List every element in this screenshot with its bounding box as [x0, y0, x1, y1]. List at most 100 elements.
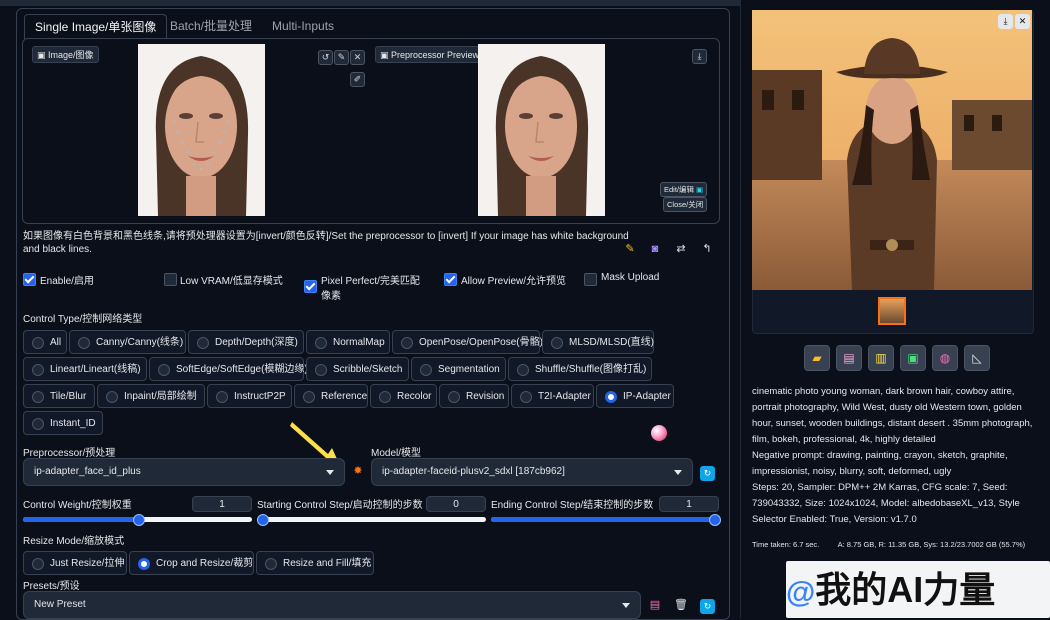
info-line: portrait photography, Wild West, dusty o…	[752, 402, 1022, 413]
resize-just-resize[interactable]: Just Resize/拉伸	[23, 551, 127, 575]
control-type-canny[interactable]: Canny/Canny(线条)	[69, 330, 186, 354]
control-type-reference[interactable]: Reference	[294, 384, 368, 408]
brush-icon[interactable]: ✎	[334, 50, 349, 65]
invert-hint-line2: and black lines.	[23, 244, 92, 255]
close-icon[interactable]: ✕	[1015, 14, 1030, 29]
presets-select[interactable]: New Preset	[23, 591, 641, 619]
start-step-label: Starting Control Step/启动控制的步数	[257, 500, 423, 511]
control-type-recolor[interactable]: Recolor	[370, 384, 437, 408]
end-step-slider[interactable]	[491, 514, 721, 526]
top-tab-strip	[0, 0, 740, 6]
zip-icon[interactable]: ▥	[868, 345, 894, 371]
control-type-t2i-adapter[interactable]: T2I-Adapter	[511, 384, 594, 408]
control-type-tile[interactable]: Tile/Blur	[23, 384, 95, 408]
presets-label: Presets/预设	[23, 581, 80, 592]
input-face-image	[138, 44, 265, 216]
control-weight-label: Control Weight/控制权重	[23, 500, 132, 511]
tab-single-image[interactable]: Single Image/单张图像	[24, 14, 168, 39]
allow-preview-label: Allow Preview/允许预览	[461, 276, 567, 287]
control-type-shuffle[interactable]: Shuffle/Shuffle(图像打乱)	[508, 357, 652, 381]
generation-info: cinematic photo young woman, dark brown …	[752, 384, 1042, 528]
model-select[interactable]: ip-adapter-faceid-plusv2_sdxl [187cb962]	[371, 458, 693, 486]
close-icon[interactable]: ✕	[350, 50, 365, 65]
control-type-instant-id[interactable]: Instant_ID	[23, 411, 103, 435]
edit-icon: ▣	[694, 185, 704, 194]
image-icon[interactable]: ▣	[900, 345, 926, 371]
save-icon[interactable]: ▤	[836, 345, 862, 371]
image-icon: ▣	[37, 50, 49, 60]
info-line: Steps: 20, Sampler: DPM++ 2M Karras, CFG…	[752, 482, 1008, 493]
decoration-ball	[651, 425, 667, 441]
pixel-perfect-label: Pixel Perfect/完美匹配	[321, 276, 420, 287]
camera-icon[interactable]: ◙	[648, 242, 662, 256]
refresh-presets-icon[interactable]: ↻	[700, 599, 715, 614]
info-line: film, bokeh, professional, 4k, highly de…	[752, 434, 936, 445]
output-image[interactable]	[752, 10, 1032, 290]
control-type-title: Control Type/控制网络类型	[23, 314, 143, 325]
control-type-depth[interactable]: Depth/Depth(深度)	[188, 330, 304, 354]
preprocessor-label: Preprocessor/预处理	[23, 448, 116, 459]
info-line: 739043332, Size: 1024x1024, Model: albed…	[752, 498, 1020, 509]
info-line: hour, sunset, wooden buildings, distant …	[752, 418, 1033, 429]
preview-close-button[interactable]: Close/关闭	[663, 197, 708, 212]
refresh-icon[interactable]: ↻	[700, 466, 715, 481]
control-type-softedge[interactable]: SoftEdge/SoftEdge(模糊边缘)	[149, 357, 308, 381]
undo-icon[interactable]: ↺	[318, 50, 333, 65]
end-step-input[interactable]: 1	[659, 496, 719, 512]
delete-preset-icon[interactable]: 🗑	[674, 598, 688, 612]
palette-icon[interactable]: ◍	[932, 345, 958, 371]
ruler-icon[interactable]: ◺	[964, 345, 990, 371]
resize-crop-and-resize[interactable]: Crop and Resize/裁剪	[129, 551, 254, 575]
watermark: @我的AI力量	[786, 561, 1050, 618]
image-label: ▣ Image/图像	[32, 46, 99, 63]
control-type-scribble[interactable]: Scribble/Sketch	[306, 357, 409, 381]
run-preprocessor-icon[interactable]: ✸	[351, 464, 365, 478]
pixel-perfect-checkbox[interactable]	[304, 280, 317, 293]
resize-mode-title: Resize Mode/缩放模式	[23, 536, 125, 547]
control-type-normalmap[interactable]: NormalMap	[306, 330, 390, 354]
preview-edit-button[interactable]: Edit/编辑 ▣	[660, 182, 708, 197]
info-line: impressionist, noisy, blurry, soft, defo…	[752, 466, 952, 477]
control-type-inpaint[interactable]: Inpaint/局部绘制	[97, 384, 205, 408]
download-icon[interactable]: ⤓	[692, 49, 707, 64]
low-vram-label: Low VRAM/低显存模式	[180, 276, 283, 287]
preview-face-image	[478, 44, 605, 216]
image-icon: ▣	[380, 50, 392, 60]
preprocessor-select[interactable]: ip-adapter_face_id_plus	[23, 458, 345, 486]
control-type-lineart[interactable]: Lineart/Lineart(线稿)	[23, 357, 147, 381]
resize-and-fill[interactable]: Resize and Fill/填充	[256, 551, 374, 575]
tab-multi-inputs[interactable]: Multi-Inputs	[262, 14, 344, 38]
control-type-segmentation[interactable]: Segmentation	[411, 357, 506, 381]
control-type-all[interactable]: All	[23, 330, 67, 354]
control-type-revision[interactable]: Revision	[439, 384, 509, 408]
control-weight-input[interactable]: 1	[192, 496, 252, 512]
low-vram-checkbox[interactable]	[164, 273, 177, 286]
send-icon[interactable]: ↰	[700, 242, 714, 256]
swap-icon[interactable]: ⇄	[674, 242, 688, 256]
control-type-openpose[interactable]: OpenPose/OpenPose(骨骼)	[392, 330, 543, 354]
tab-batch[interactable]: Batch/批量处理	[160, 14, 262, 38]
output-thumbnail[interactable]	[878, 297, 906, 325]
enable-label: Enable/启用	[40, 276, 94, 287]
enable-checkbox[interactable]	[23, 273, 36, 286]
time-taken: Time taken: 6.7 sec. A: 8.75 GB, R: 11.3…	[752, 540, 1026, 549]
control-type-instructp2p[interactable]: InstructP2P	[207, 384, 292, 408]
info-line: Negative prompt: drawing, painting, cray…	[752, 450, 1008, 461]
start-step-slider[interactable]	[257, 514, 486, 526]
edit-icon[interactable]: ✐	[350, 72, 365, 87]
allow-preview-checkbox[interactable]	[444, 273, 457, 286]
pixel-perfect-label-2: 像素	[321, 291, 341, 302]
info-line: cinematic photo young woman, dark brown …	[752, 386, 1015, 397]
mask-upload-checkbox[interactable]	[584, 273, 597, 286]
save-preset-icon[interactable]: ▤	[648, 598, 662, 612]
document-icon[interactable]: ✎	[623, 242, 637, 256]
mask-upload-label: Mask Upload	[601, 272, 660, 283]
download-icon[interactable]: ⤓	[998, 14, 1013, 29]
end-step-label: Ending Control Step/结束控制的步数	[491, 500, 654, 511]
control-weight-slider[interactable]	[23, 514, 252, 526]
control-type-mlsd[interactable]: MLSD/MLSD(直线)	[542, 330, 654, 354]
folder-icon[interactable]: ▰	[804, 345, 830, 371]
info-line: Selector Enabled: True, Version: v1.7.0	[752, 514, 917, 525]
control-type-ip-adapter[interactable]: IP-Adapter	[596, 384, 674, 408]
start-step-input[interactable]: 0	[426, 496, 486, 512]
